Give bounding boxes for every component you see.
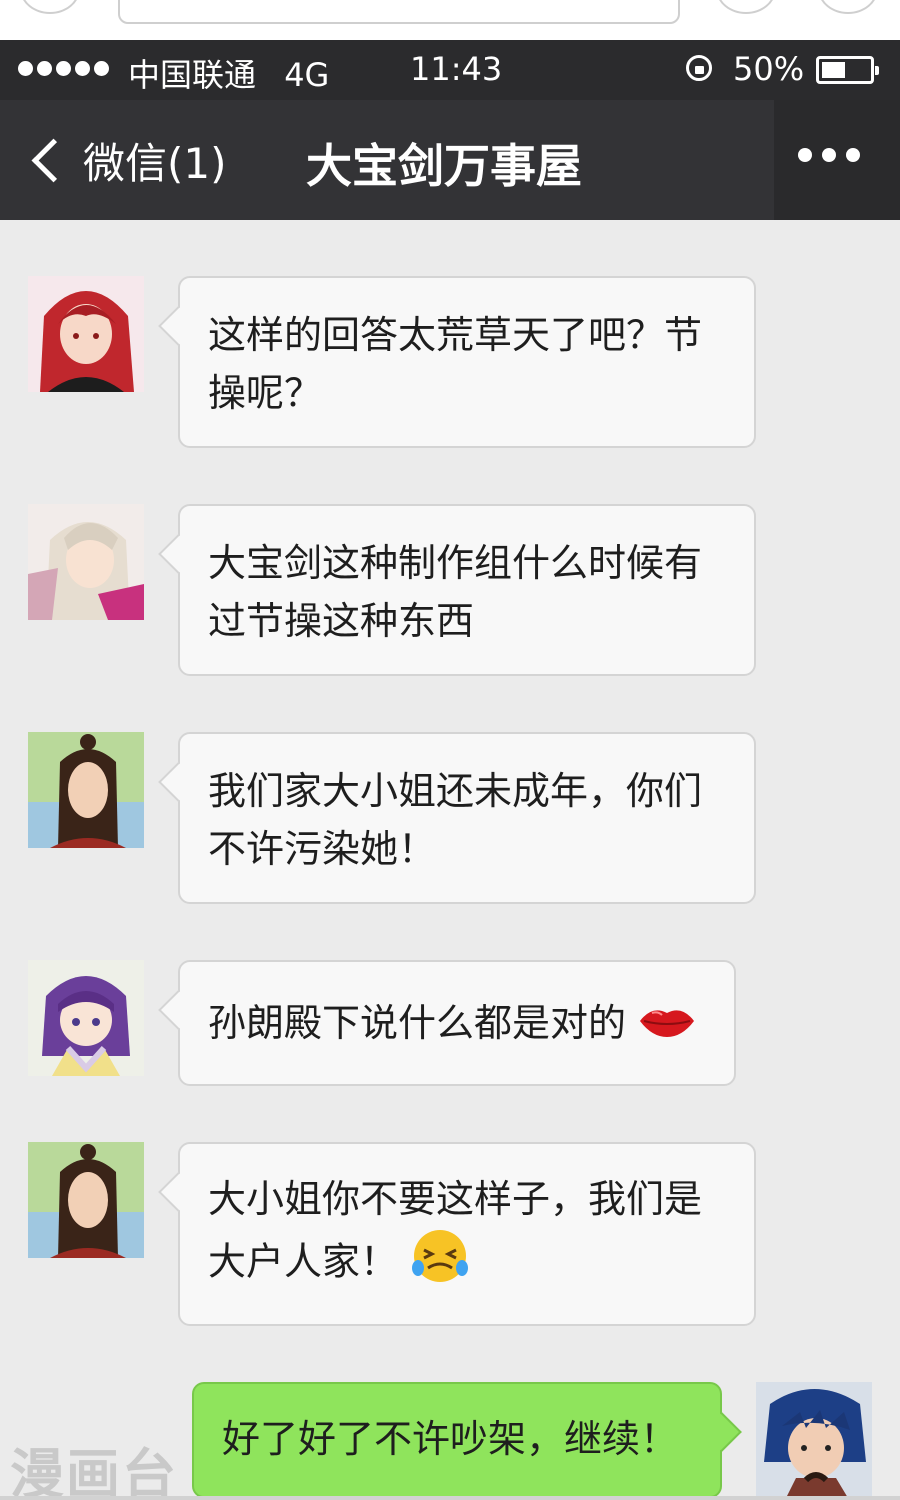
browser-button-left[interactable] (20, 0, 80, 14)
battery-percentage: 50% (733, 50, 805, 88)
message-text: 孙朗殿下说什么都是对的 (208, 1001, 627, 1045)
lips-emoji (638, 997, 696, 1055)
red-haired-girl-avatar[interactable] (28, 276, 144, 392)
carrier-name: 中国联通 (128, 56, 257, 94)
message-text: 我们家大小姐还未成年，你们不许污染她！ (208, 769, 703, 871)
message-bubble[interactable]: 孙朗殿下说什么都是对的 (178, 960, 736, 1086)
network-type: 4G (284, 56, 330, 94)
back-label: 微信(1) (83, 138, 227, 188)
watermark: 漫画台 (10, 1443, 178, 1500)
white-haired-lady-avatar[interactable] (28, 504, 144, 620)
message-text: 大宝剑这种制作组什么时候有过节操这种东西 (208, 541, 703, 643)
crying-face-emoji (410, 1228, 470, 1300)
message-bubble[interactable]: 大宝剑这种制作组什么时候有过节操这种东西 (178, 504, 756, 676)
message-bubble[interactable]: 大小姐你不要这样子，我们是大户人家！ (178, 1142, 756, 1326)
long-haired-man-avatar[interactable] (28, 732, 144, 848)
chevron-left-icon (31, 138, 76, 182)
message-bubble[interactable]: 好了好了不许吵架，继续！ (192, 1382, 722, 1498)
signal-strength-icon (18, 61, 109, 76)
message-text: 好了好了不许吵架，继续！ (222, 1417, 679, 1461)
more-dots-icon[interactable] (798, 148, 860, 162)
message-text: 这样的回答太荒草天了吧？节操呢？ (208, 313, 703, 415)
chat-title: 大宝剑万事屋 (306, 139, 582, 193)
battery-icon (816, 56, 879, 84)
blue-haired-boy-avatar[interactable] (756, 1382, 872, 1498)
browser-button-right-1[interactable] (716, 0, 776, 14)
wechat-chat-screen: 中国联通 4G 11:43 50% 微信(1) 大宝剑万事屋 这样的回答太荒草天… (0, 0, 900, 1500)
message-bubble[interactable]: 我们家大小姐还未成年，你们不许污染她！ (178, 732, 756, 904)
clock: 11:43 (410, 50, 503, 88)
browser-button-right-2[interactable] (818, 0, 878, 14)
battery-fill (822, 62, 845, 78)
status-bar: 中国联通 4G 11:43 50% (0, 40, 900, 100)
back-button[interactable]: 微信(1) (24, 128, 227, 192)
message-bubble[interactable]: 这样的回答太荒草天了吧？节操呢？ (178, 276, 756, 448)
rotation-lock-icon (686, 55, 712, 81)
navigation-bar: 微信(1) 大宝剑万事屋 (0, 100, 900, 220)
purple-haired-girl-avatar[interactable] (28, 960, 144, 1076)
browser-chrome-strip (0, 0, 900, 40)
bottom-divider (0, 1496, 900, 1500)
long-haired-man-avatar[interactable] (28, 1142, 144, 1258)
carrier-label: 中国联通 4G (128, 50, 329, 96)
address-bar[interactable] (118, 0, 680, 24)
